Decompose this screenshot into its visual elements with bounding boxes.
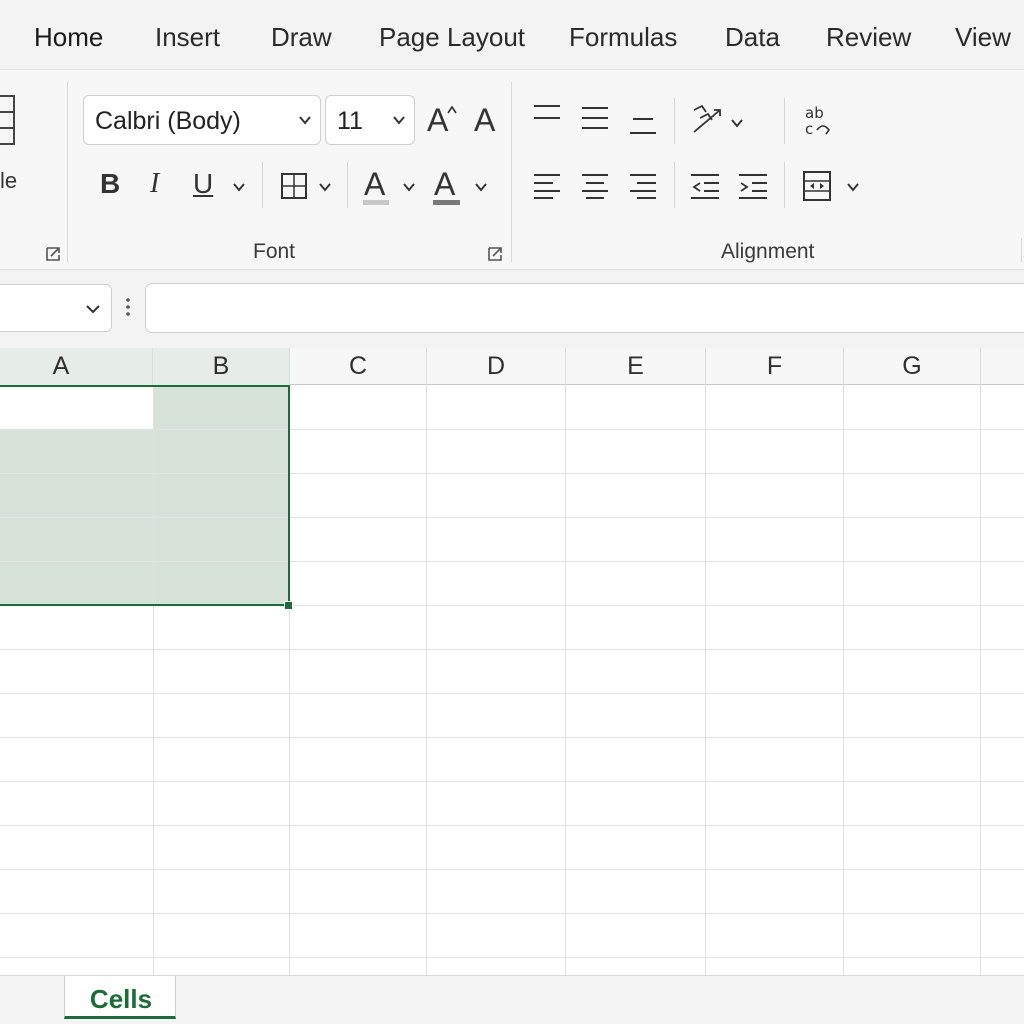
separator — [674, 98, 675, 144]
separator — [784, 98, 785, 144]
tab-review[interactable]: Review — [826, 22, 911, 53]
align-center-icon[interactable] — [581, 172, 609, 200]
merge-dropdown-icon[interactable] — [846, 181, 860, 193]
borders-dropdown-icon[interactable] — [318, 181, 332, 193]
decrease-indent-icon[interactable] — [690, 172, 720, 200]
column-header-e[interactable]: E — [566, 348, 706, 385]
tab-view[interactable]: View — [955, 22, 1011, 53]
middle-align-icon[interactable] — [581, 106, 609, 130]
gridline — [0, 957, 1024, 958]
font-color-icon[interactable]: A — [434, 168, 455, 200]
fill-handle[interactable] — [284, 601, 293, 610]
formula-input[interactable] — [145, 283, 1024, 333]
gridline — [0, 781, 1024, 782]
separator — [347, 162, 348, 208]
ribbon-tab-bar: Home Insert Draw Page Layout Formulas Da… — [0, 0, 1024, 70]
tab-data[interactable]: Data — [725, 22, 780, 53]
alignment-group-label: Alignment — [721, 240, 815, 263]
top-align-icon[interactable] — [533, 104, 561, 126]
bottom-align-icon[interactable] — [629, 116, 657, 136]
column-header-row: A B C D E F G — [0, 348, 1024, 385]
group-separator — [67, 82, 68, 262]
svg-text:c: c — [805, 120, 813, 138]
font-size-value: 11 — [337, 107, 363, 135]
wrap-text-icon[interactable]: ab c — [803, 102, 837, 140]
borders-icon[interactable] — [280, 172, 308, 200]
name-box[interactable] — [0, 284, 112, 332]
column-header-d[interactable]: D — [427, 348, 566, 385]
gridline — [0, 825, 1024, 826]
column-header-f[interactable]: F — [706, 348, 844, 385]
more-options-icon[interactable] — [124, 292, 132, 322]
formula-bar — [0, 270, 1024, 348]
chevron-down-icon — [86, 305, 100, 314]
gridline — [0, 693, 1024, 694]
gridline — [0, 737, 1024, 738]
column-header-c[interactable]: C — [290, 348, 427, 385]
chevron-down-icon — [393, 116, 405, 125]
bold-icon[interactable]: B — [100, 170, 120, 198]
column-header-a[interactable]: A — [0, 348, 153, 385]
column-header-b[interactable]: B — [153, 348, 290, 385]
grow-font-icon[interactable]: A — [427, 104, 448, 136]
font-color-dropdown-icon[interactable] — [474, 181, 488, 193]
tab-insert[interactable]: Insert — [155, 22, 220, 53]
tab-formulas[interactable]: Formulas — [569, 22, 677, 53]
gridline — [0, 869, 1024, 870]
gridline — [0, 649, 1024, 650]
gridline — [0, 913, 1024, 914]
grow-font-caret-icon — [447, 105, 457, 114]
separator — [674, 162, 675, 208]
group-separator — [1021, 238, 1022, 262]
tab-page-layout[interactable]: Page Layout — [379, 22, 525, 53]
orientation-dropdown-icon[interactable] — [730, 117, 744, 129]
table-style-icon[interactable] — [0, 94, 20, 150]
group-separator — [511, 82, 512, 262]
sheet-tab-label: Cells — [89, 984, 153, 1014]
font-color-bar — [433, 200, 460, 205]
column-header-g[interactable]: G — [844, 348, 981, 385]
shrink-font-icon[interactable]: A — [474, 104, 495, 136]
chevron-down-icon — [299, 116, 311, 125]
separator — [784, 162, 785, 208]
orientation-icon[interactable] — [690, 104, 724, 134]
sheet-tab-cells[interactable]: Cells — [64, 976, 176, 1019]
font-name-combobox[interactable]: Calbri (Body) — [83, 95, 321, 145]
cell-grid[interactable] — [0, 385, 1024, 975]
tab-home[interactable]: Home — [34, 22, 103, 53]
underline-icon[interactable]: U — [193, 170, 213, 198]
font-size-combobox[interactable]: 11 — [325, 95, 415, 145]
align-left-icon[interactable] — [533, 172, 561, 200]
separator — [262, 162, 263, 208]
tab-draw[interactable]: Draw — [271, 22, 332, 53]
underline-dropdown-icon[interactable] — [232, 181, 246, 193]
ribbon: le Calbri (Body) 11 A A B I U A A Font a… — [0, 70, 1024, 270]
fill-color-dropdown-icon[interactable] — [402, 181, 416, 193]
font-launcher-icon[interactable] — [487, 246, 503, 262]
selection-outline — [0, 385, 290, 606]
fill-color-icon[interactable]: A — [364, 168, 385, 200]
fill-color-bar — [363, 200, 389, 205]
format-table-label: le — [0, 168, 18, 193]
styles-launcher-icon[interactable] — [45, 246, 61, 262]
sheet-tab-bar: Cells — [0, 975, 1024, 1024]
font-name-value: Calbri (Body) — [95, 107, 241, 135]
italic-icon[interactable]: I — [150, 170, 159, 198]
font-group-label: Font — [253, 240, 296, 263]
increase-indent-icon[interactable] — [738, 172, 768, 200]
align-right-icon[interactable] — [629, 172, 657, 200]
merge-center-icon[interactable] — [802, 170, 832, 202]
